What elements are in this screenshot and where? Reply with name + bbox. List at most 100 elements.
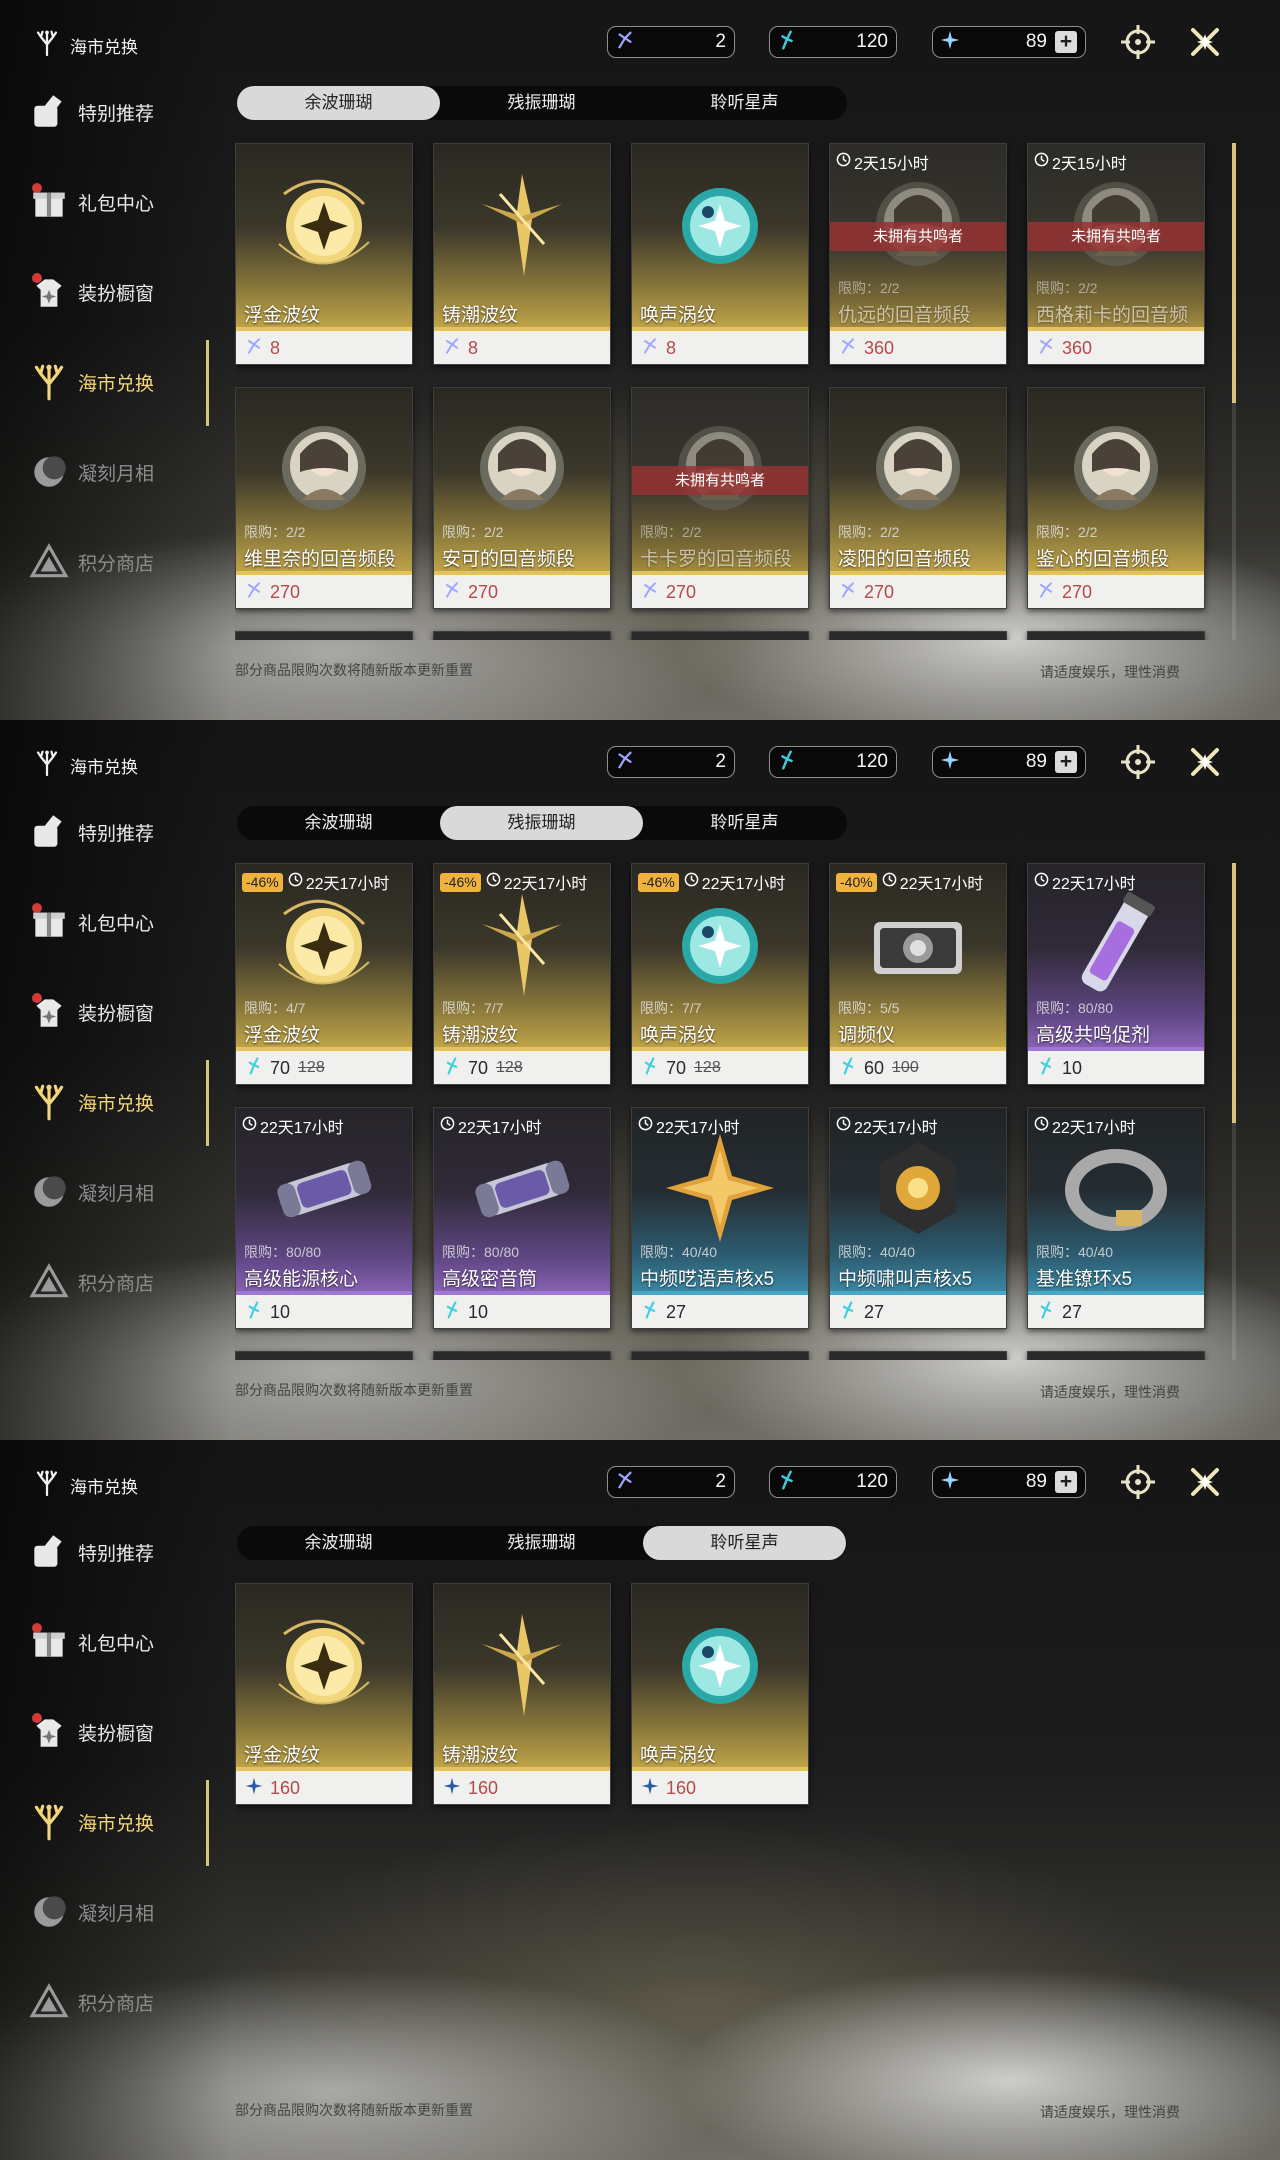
clock-icon xyxy=(684,872,699,892)
sidebar-item-2[interactable]: 礼包中心 xyxy=(28,900,154,944)
gift-icon xyxy=(28,1632,70,1667)
shop-item-card[interactable]: 限购：2/2 凌阳的回音频段 270 xyxy=(829,387,1007,609)
shop-item-card[interactable]: 限购：2/2 安可的回音频段 270 xyxy=(433,387,611,609)
shop-item-card[interactable]: -46% 22天17小时 限购：7/7 唤声涡纹 70 128 xyxy=(631,863,809,1085)
tab-2[interactable]: 残振珊瑚 xyxy=(440,86,643,120)
shop-item-card[interactable]: 浮金波纹 8 xyxy=(235,143,413,365)
currency-value: 2 xyxy=(715,31,726,52)
shop-item-card[interactable]: 22天17小时 限购：40/40 基准镣环x5 27 xyxy=(1027,1107,1205,1329)
shop-item-card[interactable] xyxy=(829,1351,1007,1360)
sidebar-item-5[interactable]: 凝刻月相 xyxy=(28,1890,154,1934)
currency-icon xyxy=(442,336,462,361)
shop-item-card[interactable]: 限购：2/2 维里奈的回音频段 270 xyxy=(235,387,413,609)
currency-1: 2 xyxy=(607,746,735,778)
shop-item-card[interactable]: 22天17小时 限购：40/40 中频呓语声核x5 27 xyxy=(631,1107,809,1329)
item-price: 10 xyxy=(1062,1057,1083,1078)
item-name: 安可的回音频段 xyxy=(442,549,576,570)
shop-item-card[interactable] xyxy=(235,1351,413,1360)
sidebar-item-6[interactable]: 积分商店 xyxy=(28,540,154,584)
shop-title-text: 海市兑换 xyxy=(70,758,138,777)
sidebar-item-2[interactable]: 礼包中心 xyxy=(28,180,154,224)
original-price: 100 xyxy=(892,1059,919,1076)
shop-item-card[interactable] xyxy=(433,631,611,640)
sidebar-item-5[interactable]: 凝刻月相 xyxy=(28,450,154,494)
close-icon[interactable] xyxy=(1185,742,1225,782)
shop-item-card[interactable]: 唤声涡纹 160 xyxy=(631,1583,809,1805)
sidebar-item-3[interactable]: 装扮橱窗 xyxy=(28,1710,154,1754)
currency-value: 89 xyxy=(1025,751,1047,772)
tab-2[interactable]: 残振珊瑚 xyxy=(440,1526,643,1560)
tab-3[interactable]: 聆听星声 xyxy=(643,806,846,840)
add-currency-button[interactable]: + xyxy=(1055,31,1077,53)
shop-item-card[interactable]: -46% 22天17小时 限购：4/7 浮金波纹 70 128 xyxy=(235,863,413,1085)
shop-item-card[interactable] xyxy=(1027,1351,1205,1360)
sidebar-item-4[interactable]: 海市兑换 xyxy=(28,1800,154,1844)
shop-item-card[interactable]: 铸潮波纹 160 xyxy=(433,1583,611,1805)
tab-3[interactable]: 聆听星声 xyxy=(643,86,846,120)
sidebar-item-1[interactable]: 特别推荐 xyxy=(28,810,154,854)
item-price: 27 xyxy=(864,1301,885,1322)
currency-value: 2 xyxy=(715,751,726,772)
shop-item-card[interactable]: 未拥有共鸣者 限购：2/2 卡卡罗的回音频段 270 xyxy=(631,387,809,609)
sidebar-item-label: 积分商店 xyxy=(78,553,155,575)
scrollbar-thumb[interactable] xyxy=(1232,143,1236,403)
price-bar: 8 xyxy=(236,331,412,364)
sidebar-item-2[interactable]: 礼包中心 xyxy=(28,1620,154,1664)
sidebar-item-label: 装扮橱窗 xyxy=(78,283,155,305)
shop-item-card[interactable] xyxy=(433,1351,611,1360)
sidebar-item-1[interactable]: 特别推荐 xyxy=(28,1530,154,1574)
tab-1[interactable]: 余波珊瑚 xyxy=(237,806,440,840)
sidebar-item-6[interactable]: 积分商店 xyxy=(28,1260,154,1304)
item-art xyxy=(434,1352,610,1360)
sidebar-item-4[interactable]: 海市兑换 xyxy=(28,1080,154,1124)
shop-item-card[interactable]: 22天17小时 限购：80/80 高级密音筒 10 xyxy=(433,1107,611,1329)
tab-3[interactable]: 聆听星声 xyxy=(643,1526,846,1560)
coral-icon xyxy=(28,364,70,407)
shop-item-card[interactable]: 22天17小时 限购：80/80 高级能源核心 10 xyxy=(235,1107,413,1329)
sidebar-item-3[interactable]: 装扮橱窗 xyxy=(28,270,154,314)
purchase-limit: 限购：2/2 xyxy=(1036,280,1098,296)
clock-icon xyxy=(882,872,897,892)
sidebar-item-5[interactable]: 凝刻月相 xyxy=(28,1170,154,1214)
price-bar: 160 xyxy=(236,1771,412,1804)
sidebar-item-1[interactable]: 特别推荐 xyxy=(28,90,154,134)
close-icon[interactable] xyxy=(1185,22,1225,62)
shop-item-card[interactable]: 唤声涡纹 8 xyxy=(631,143,809,365)
tab-1[interactable]: 余波珊瑚 xyxy=(237,1526,440,1560)
add-currency-button[interactable]: + xyxy=(1055,751,1077,773)
sidebar-item-label: 礼包中心 xyxy=(78,1633,155,1655)
target-icon[interactable] xyxy=(1118,1462,1158,1502)
tab-2[interactable]: 残振珊瑚 xyxy=(440,806,643,840)
shop-item-card[interactable]: -46% 22天17小时 限购：7/7 铸潮波纹 70 128 xyxy=(433,863,611,1085)
shop-item-card[interactable] xyxy=(631,631,809,640)
shop-item-card[interactable]: 2天15小时未拥有共鸣者限购：2/2西格莉卡的回音频段360 xyxy=(1027,143,1205,365)
target-icon[interactable] xyxy=(1118,22,1158,62)
sidebar-item-6[interactable]: 积分商店 xyxy=(28,1980,154,2024)
sidebar-item-3[interactable]: 装扮橱窗 xyxy=(28,990,154,1034)
shop-item-card[interactable]: 限购：2/2 鉴心的回音频段 270 xyxy=(1027,387,1205,609)
shop-item-card[interactable]: 浮金波纹 160 xyxy=(235,1583,413,1805)
item-price: 160 xyxy=(270,1777,301,1798)
target-icon[interactable] xyxy=(1118,742,1158,782)
add-currency-button[interactable]: + xyxy=(1055,1471,1077,1493)
shop-item-card[interactable]: 铸潮波纹 8 xyxy=(433,143,611,365)
shop-item-card[interactable]: -40% 22天17小时 限购：5/5 调频仪 60 100 xyxy=(829,863,1007,1085)
close-icon[interactable] xyxy=(1185,1462,1225,1502)
scrollbar-thumb[interactable] xyxy=(1232,863,1236,1123)
currency-1: 2 xyxy=(607,26,735,58)
shop-item-card[interactable] xyxy=(235,631,413,640)
clock-icon xyxy=(1034,152,1049,172)
scrollbar[interactable] xyxy=(1232,863,1236,1360)
shop-item-card[interactable] xyxy=(1027,631,1205,640)
notification-dot xyxy=(32,273,42,283)
shop-item-card[interactable] xyxy=(631,1351,809,1360)
shop-item-card[interactable] xyxy=(829,631,1007,640)
shop-item-card[interactable]: 22天17小时 限购：40/40 中频啸叫声核x5 27 xyxy=(829,1107,1007,1329)
sidebar-item-4[interactable]: 海市兑换 xyxy=(28,360,154,404)
item-price: 160 xyxy=(468,1777,499,1798)
scrollbar[interactable] xyxy=(1232,143,1236,640)
tab-1[interactable]: 余波珊瑚 xyxy=(237,86,440,120)
shop-item-card[interactable]: 22天17小时 限购：80/80 高级共鸣促剂 10 xyxy=(1027,863,1205,1085)
price-bar: 8 xyxy=(434,331,610,364)
shop-item-card[interactable]: 2天15小时 未拥有共鸣者 限购：2/2 仇远的回音频段 360 xyxy=(829,143,1007,365)
